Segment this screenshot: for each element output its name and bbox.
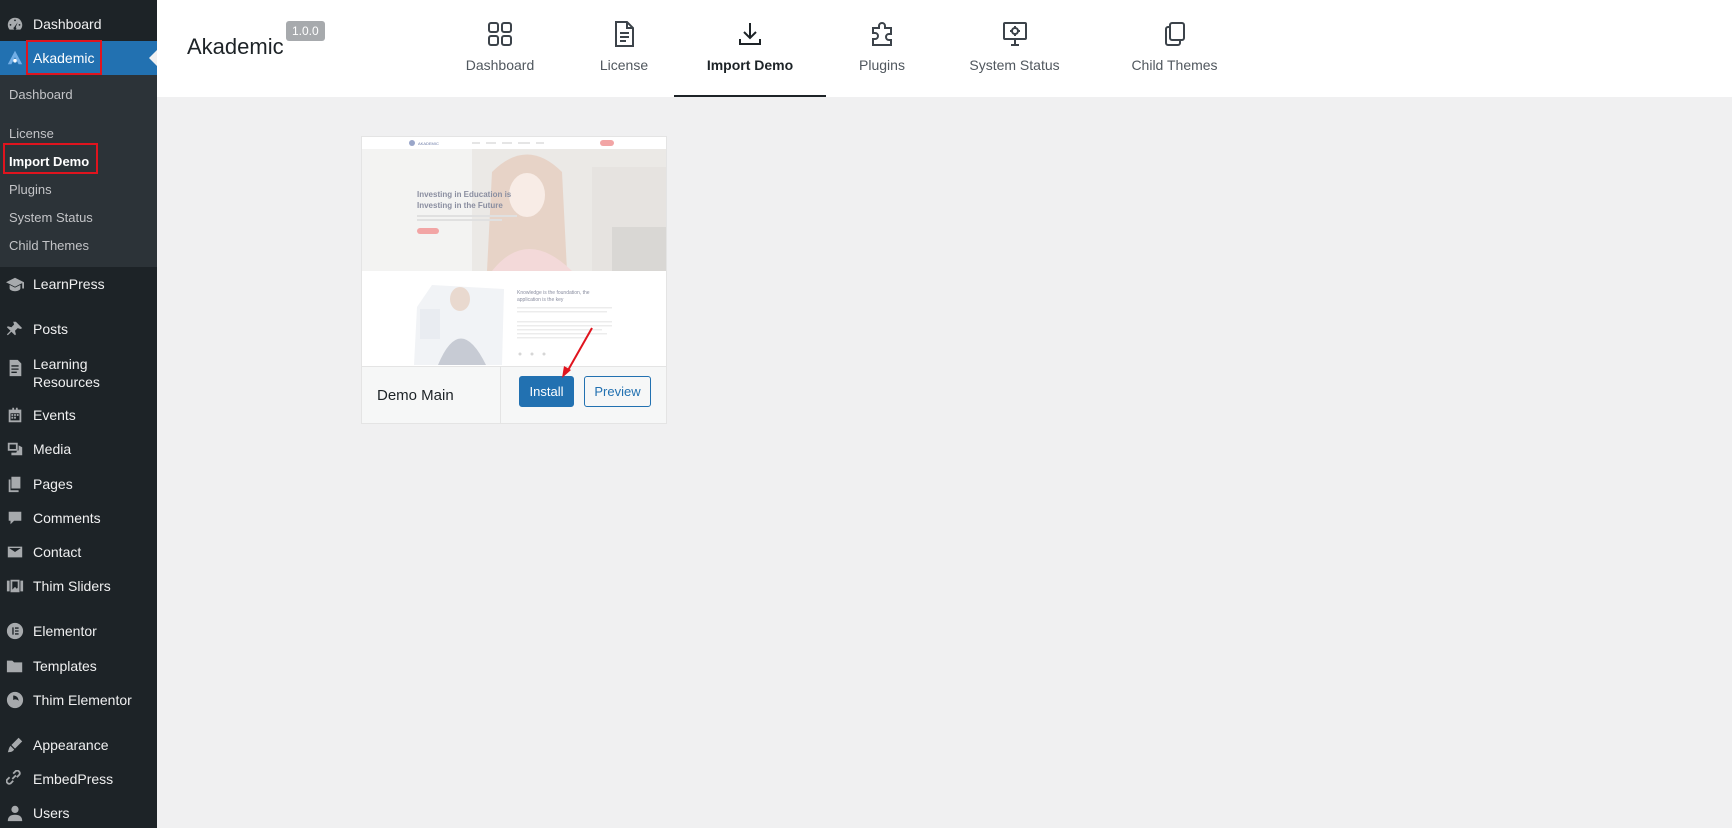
menu-learnpress[interactable]: LearnPress <box>0 267 157 301</box>
menu-label: Users <box>33 805 70 821</box>
document-icon <box>5 358 25 378</box>
thim-elementor-icon <box>5 690 25 710</box>
envelope-icon <box>5 542 25 562</box>
graduation-cap-icon <box>5 274 25 294</box>
menu-label: Pages <box>33 476 73 492</box>
admin-sidebar: Dashboard Akademic Dashboard License Imp… <box>0 0 157 828</box>
menu-thim-elementor[interactable]: Thim Elementor <box>0 683 157 717</box>
version-badge: 1.0.0 <box>286 21 325 41</box>
menu-users[interactable]: Users <box>0 796 157 828</box>
submenu-system-status[interactable]: System Status <box>9 210 93 226</box>
paintbrush-icon <box>5 735 25 755</box>
menu-label: Thim Sliders <box>33 578 111 594</box>
akademic-logo-icon <box>5 48 25 68</box>
thumb-hero-line2: Investing in the Future <box>417 201 503 210</box>
menu-label: Media <box>33 441 72 457</box>
pages-icon <box>5 474 25 494</box>
tab-label: System Status <box>969 57 1060 73</box>
active-tab-underline <box>674 95 826 97</box>
menu-label: Appearance <box>33 737 109 753</box>
menu-label: Resources <box>33 374 100 390</box>
copy-pages-icon <box>1164 22 1185 46</box>
tab-label: Import Demo <box>706 57 794 73</box>
menu-label: Thim Elementor <box>33 692 132 708</box>
thumb-hero-line1: Investing in Education is <box>417 190 512 199</box>
tab-plugins[interactable]: Plugins <box>842 0 922 97</box>
puzzle-icon <box>872 22 892 46</box>
media-icon <box>5 439 25 459</box>
menu-comments[interactable]: Comments <box>0 501 157 535</box>
menu-templates[interactable]: Templates <box>0 649 157 683</box>
tab-label: Child Themes <box>1131 57 1218 73</box>
slides-icon <box>5 576 25 596</box>
menu-dashboard[interactable]: Dashboard <box>0 7 157 41</box>
active-menu-arrow <box>149 50 157 66</box>
menu-label: Elementor <box>33 623 97 639</box>
menu-appearance[interactable]: Appearance <box>0 728 157 762</box>
pushpin-icon <box>5 319 25 339</box>
demo-card: AKADEMIC Investing in Education is Inves… <box>361 136 667 424</box>
user-icon <box>5 803 25 823</box>
submenu-child-themes[interactable]: Child Themes <box>9 238 89 254</box>
submenu-license[interactable]: License <box>9 126 54 142</box>
grid-icon <box>488 22 512 46</box>
menu-events[interactable]: Events <box>0 398 157 432</box>
menu-label: Posts <box>33 321 69 337</box>
thumb-section-line2: application is the key <box>517 297 564 303</box>
menu-pages[interactable]: Pages <box>0 467 157 501</box>
install-button[interactable]: Install <box>519 376 574 407</box>
menu-label: EmbedPress <box>33 771 114 787</box>
menu-media[interactable]: Media <box>0 432 157 466</box>
menu-elementor[interactable]: Elementor <box>0 614 157 648</box>
calendar-icon <box>5 405 25 425</box>
monitor-gear-icon <box>1002 22 1027 46</box>
submenu-plugins[interactable]: Plugins <box>9 182 52 198</box>
download-icon <box>739 23 761 45</box>
footer-divider <box>500 367 501 424</box>
demo-thumbnail[interactable]: AKADEMIC Investing in Education is Inves… <box>362 137 666 365</box>
menu-embedpress[interactable]: EmbedPress <box>0 762 157 796</box>
menu-label: Learning <box>33 356 88 372</box>
license-document-icon <box>615 21 634 47</box>
menu-thim-sliders[interactable]: Thim Sliders <box>0 569 157 603</box>
menu-label: Dashboard <box>33 16 102 32</box>
menu-label: LearnPress <box>33 276 105 292</box>
highlight-box-akademic <box>26 40 102 75</box>
menu-label: Contact <box>33 544 82 560</box>
demo-card-footer: Demo Main Install Preview <box>362 366 666 424</box>
thumb-section-line1: Knowledge is the foundation, the <box>517 290 590 296</box>
tab-label: Dashboard <box>465 57 535 73</box>
menu-label: Templates <box>33 658 97 674</box>
highlight-box-import-demo <box>3 143 98 174</box>
elementor-icon <box>5 621 25 641</box>
embedpress-icon <box>5 769 25 789</box>
tab-label: License <box>599 57 649 73</box>
submenu-dashboard[interactable]: Dashboard <box>9 87 73 103</box>
theme-dashboard-header: Akademic 1.0.0 Dashboard License Import … <box>157 0 1732 97</box>
annotation-arrow <box>562 327 593 378</box>
menu-label: Comments <box>33 510 101 526</box>
menu-contact[interactable]: Contact <box>0 535 157 569</box>
preview-button[interactable]: Preview <box>584 376 651 407</box>
tab-child-themes[interactable]: Child Themes <box>1112 0 1237 97</box>
tab-dashboard[interactable]: Dashboard <box>460 0 540 97</box>
comment-bubble-icon <box>5 508 25 528</box>
menu-label: Events <box>33 407 76 423</box>
dashboard-gauge-icon <box>5 14 25 34</box>
thumb-logo-text: AKADEMIC <box>418 141 439 146</box>
folder-icon <box>5 656 25 676</box>
tab-label: Plugins <box>859 57 905 73</box>
tab-license[interactable]: License <box>584 0 664 97</box>
demo-preview-image: AKADEMIC Investing in Education is Inves… <box>362 137 666 365</box>
menu-posts[interactable]: Posts <box>0 312 157 346</box>
demo-name: Demo Main <box>377 387 454 404</box>
tab-import-demo[interactable]: Import Demo <box>674 0 826 97</box>
tab-system-status[interactable]: System Status <box>957 0 1072 97</box>
theme-name: Akademic <box>187 34 284 59</box>
